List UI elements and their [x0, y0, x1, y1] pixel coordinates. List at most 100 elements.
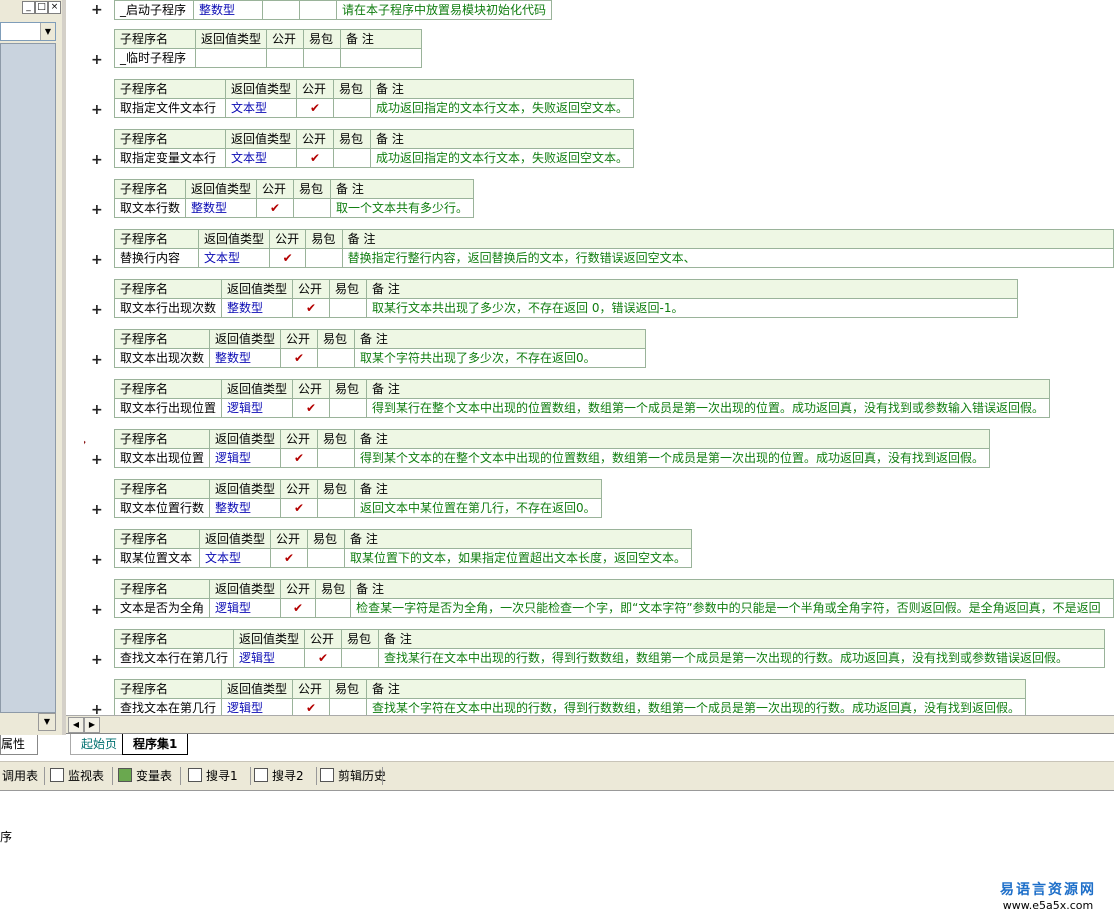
left-list[interactable]: [0, 43, 56, 713]
sub-public[interactable]: ✔: [280, 448, 319, 468]
sub-note[interactable]: 成功返回指定的文本行文本，失败返回空文本。: [370, 148, 635, 168]
expand-icon[interactable]: +: [91, 453, 103, 467]
toolbar-button[interactable]: 搜寻2: [254, 767, 304, 785]
sub-name[interactable]: 取文本出现位置: [113, 448, 211, 468]
sub-name[interactable]: _启动子程序: [114, 0, 194, 20]
sub-type[interactable]: 逻辑型: [209, 598, 282, 618]
maximize-button[interactable]: □: [35, 1, 48, 14]
sub-public[interactable]: ✔: [296, 98, 335, 118]
sub-type[interactable]: 整数型: [209, 498, 282, 518]
sub-name[interactable]: 取某位置文本: [114, 548, 200, 568]
toolbar-button[interactable]: 调用表: [2, 767, 38, 785]
sub-public[interactable]: ✔: [270, 548, 309, 568]
sub-type[interactable]: 文本型: [198, 548, 272, 568]
sub-easy-pack[interactable]: [329, 298, 368, 318]
sub-type[interactable]: 整数型: [185, 198, 258, 218]
tab-properties[interactable]: 属性: [0, 735, 38, 755]
sub-type[interactable]: 整数型: [209, 348, 282, 368]
sub-public[interactable]: ✔: [280, 348, 319, 368]
sub-type[interactable]: 逻辑型: [209, 448, 282, 468]
left-combo[interactable]: ▼: [0, 22, 56, 41]
tab-program-set-1[interactable]: 程序集1: [122, 734, 189, 755]
expand-icon[interactable]: +: [91, 303, 103, 317]
sub-easy-pack[interactable]: [341, 648, 380, 668]
sub-type[interactable]: 文本型: [224, 98, 298, 118]
sub-public[interactable]: ✔: [269, 248, 307, 268]
sub-note[interactable]: [340, 48, 423, 68]
expand-icon[interactable]: +: [91, 153, 103, 167]
sub-type[interactable]: 逻辑型: [233, 648, 306, 668]
sub-type[interactable]: 文本型: [198, 248, 271, 268]
sub-type[interactable]: [194, 48, 268, 68]
sub-note[interactable]: 成功返回指定的文本行文本，失败返回空文本。: [370, 98, 635, 118]
toolbar-button[interactable]: 剪辑历史: [320, 767, 386, 785]
expand-icon[interactable]: +: [91, 503, 103, 517]
sub-note[interactable]: 查找某行在文本中出现的行数，得到行数数组，数组第一个成员是第一次出现的行数。成功…: [378, 648, 1106, 668]
sub-public[interactable]: ✔: [292, 398, 331, 418]
toolbar-button[interactable]: 搜寻1: [188, 767, 238, 785]
sub-type[interactable]: 逻辑型: [221, 698, 294, 715]
chevron-down-icon[interactable]: ▼: [40, 23, 55, 40]
sub-name[interactable]: _临时子程序: [114, 48, 196, 68]
code-editor[interactable]: + _启动子程序 整数型 请在本子程序中放置易模块初始化代码 + 子程序名 返回值类…: [84, 0, 1114, 715]
toolbar-button[interactable]: 变量表: [118, 767, 172, 785]
sub-public[interactable]: [266, 48, 305, 68]
sub-note[interactable]: 取某位置下的文本，如果指定位置超出文本长度，返回空文本。: [344, 548, 693, 568]
sub-note[interactable]: 返回文本中某位置在第几行，不存在返回0。: [354, 498, 602, 518]
sub-easy-pack[interactable]: [299, 0, 337, 20]
sub-public[interactable]: ✔: [256, 198, 295, 218]
sub-public[interactable]: ✔: [304, 648, 343, 668]
sub-easy-pack[interactable]: [333, 148, 372, 168]
sub-note[interactable]: 请在本子程序中放置易模块初始化代码: [335, 0, 553, 20]
sub-note[interactable]: 得到某行在整个文本中出现的位置数组，数组第一个成员是第一次出现的位置。成功返回真…: [366, 398, 1051, 418]
toolbar-button[interactable]: 监视表: [50, 767, 104, 785]
sub-name[interactable]: 替换行内容: [113, 248, 200, 268]
expand-icon[interactable]: +: [91, 53, 103, 67]
sub-name[interactable]: 取文本行出现位置: [113, 398, 223, 418]
sub-note[interactable]: 检查某一字符是否为全角，一次只能检查一个字，即“文本字符”参数中的只能是一个半角…: [350, 598, 1114, 618]
sub-easy-pack[interactable]: [307, 548, 346, 568]
sub-type[interactable]: 逻辑型: [221, 398, 294, 418]
sub-public[interactable]: ✔: [292, 698, 331, 715]
sub-public[interactable]: [262, 0, 300, 20]
expand-icon[interactable]: +: [91, 103, 103, 117]
sub-public[interactable]: ✔: [292, 298, 331, 318]
scroll-down-button[interactable]: ▼: [38, 713, 56, 731]
sub-easy-pack[interactable]: [315, 598, 352, 618]
sub-note[interactable]: 取一个文本共有多少行。: [330, 198, 475, 218]
sub-type[interactable]: 整数型: [221, 298, 294, 318]
expand-icon[interactable]: +: [91, 253, 103, 267]
sub-name[interactable]: 取文本行数: [113, 198, 187, 218]
expand-icon[interactable]: +: [91, 3, 103, 17]
sub-public[interactable]: ✔: [280, 498, 319, 518]
minimize-button[interactable]: _: [22, 1, 35, 14]
sub-note[interactable]: 取某个字符共出现了多少次，不存在返回0。: [354, 348, 647, 368]
sub-note[interactable]: 替换指定行整行内容，返回替换后的文本，行数错误返回空文本、: [341, 248, 1114, 268]
sub-name[interactable]: 查找文本行在第几行: [113, 648, 235, 668]
sub-easy-pack[interactable]: [317, 498, 356, 518]
sub-easy-pack[interactable]: [317, 348, 356, 368]
expand-icon[interactable]: +: [91, 603, 103, 617]
sub-easy-pack[interactable]: [333, 98, 372, 118]
expand-icon[interactable]: +: [91, 703, 103, 715]
sub-name[interactable]: 取文本位置行数: [113, 498, 211, 518]
sub-type[interactable]: 文本型: [224, 148, 298, 168]
sub-note[interactable]: 取某行文本共出现了多少次，不存在返回 0，错误返回-1。: [366, 298, 1019, 318]
horizontal-scrollbar[interactable]: ◀ ▶: [66, 715, 1114, 734]
sub-note[interactable]: 查找某个字符在文本中出现的行数，得到行数数组，数组第一个成员是第一次出现的行数。…: [366, 698, 1027, 715]
sub-type[interactable]: 整数型: [193, 0, 263, 20]
sub-note[interactable]: 得到某个文本的在整个文本中出现的位置数组，数组第一个成员是第一次出现的位置。成功…: [354, 448, 991, 468]
sub-public[interactable]: ✔: [280, 598, 317, 618]
sub-easy-pack[interactable]: [329, 398, 368, 418]
sub-name[interactable]: 取文本行出现次数: [113, 298, 223, 318]
sub-name[interactable]: 取指定变量文本行: [114, 148, 226, 168]
sub-public[interactable]: ✔: [296, 148, 335, 168]
sub-easy-pack[interactable]: [293, 198, 332, 218]
sub-easy-pack[interactable]: [329, 698, 368, 715]
sub-name[interactable]: 文本是否为全角: [113, 598, 211, 618]
expand-icon[interactable]: +: [91, 353, 103, 367]
expand-icon[interactable]: +: [91, 403, 103, 417]
tab-start-page[interactable]: 起始页: [70, 734, 129, 755]
expand-icon[interactable]: +: [91, 203, 103, 217]
sub-easy-pack[interactable]: [305, 248, 343, 268]
